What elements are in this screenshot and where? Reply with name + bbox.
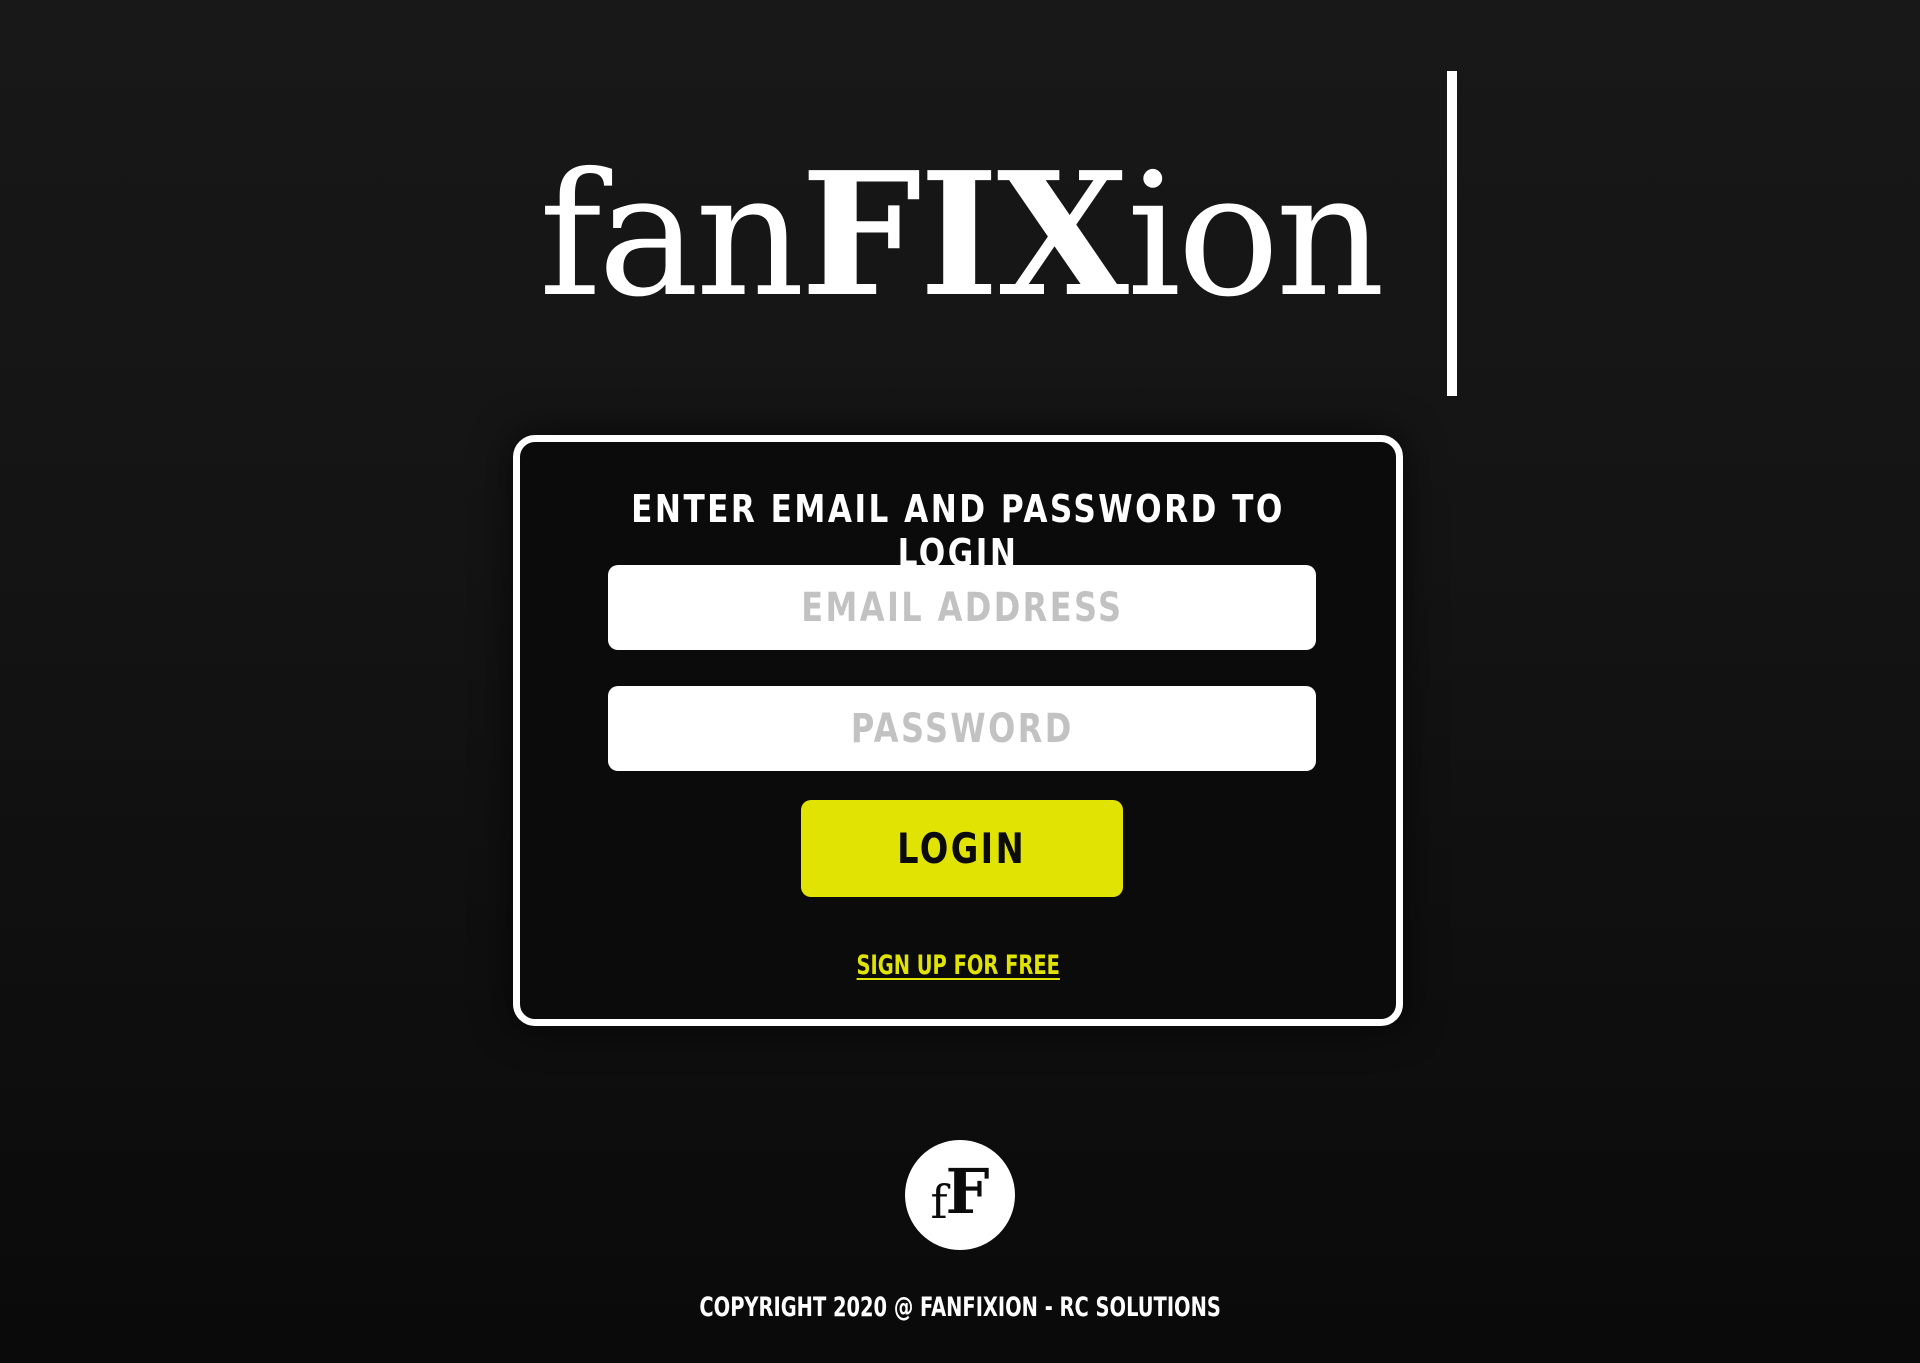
password-field[interactable]: PASSWORD bbox=[608, 686, 1316, 771]
logo-part-fan: fan bbox=[538, 137, 805, 335]
logo-part-fix: FIX bbox=[800, 135, 1129, 335]
password-placeholder: PASSWORD bbox=[850, 705, 1074, 752]
login-button-label: LOGIN bbox=[897, 824, 1027, 873]
badge-letter-large: F bbox=[945, 1155, 990, 1228]
email-placeholder: EMAIL ADDRESS bbox=[800, 584, 1124, 631]
email-field[interactable]: EMAIL ADDRESS bbox=[608, 565, 1316, 650]
text-cursor-bar bbox=[1447, 71, 1457, 396]
signup-link-wrap: SIGN UP FOR FREE bbox=[520, 950, 1396, 981]
signup-link[interactable]: SIGN UP FOR FREE bbox=[856, 950, 1059, 981]
login-title: ENTER EMAIL AND PASSWORD TO LOGIN bbox=[631, 487, 1285, 575]
footer: COPYRIGHT 2020 @ FANFIXION - RC SOLUTION… bbox=[0, 1292, 1920, 1323]
brand-logo: fanFIXion bbox=[0, 150, 1920, 321]
logo-wordmark: fanFIXion bbox=[539, 150, 1385, 321]
login-button[interactable]: LOGIN bbox=[801, 800, 1123, 897]
login-card: ENTER EMAIL AND PASSWORD TO LOGIN EMAIL … bbox=[513, 435, 1403, 1026]
brand-badge-icon: fF bbox=[905, 1140, 1015, 1250]
copyright-text: COPYRIGHT 2020 @ FANFIXION - RC SOLUTION… bbox=[699, 1292, 1221, 1323]
logo-part-ion: ion bbox=[1126, 137, 1385, 335]
